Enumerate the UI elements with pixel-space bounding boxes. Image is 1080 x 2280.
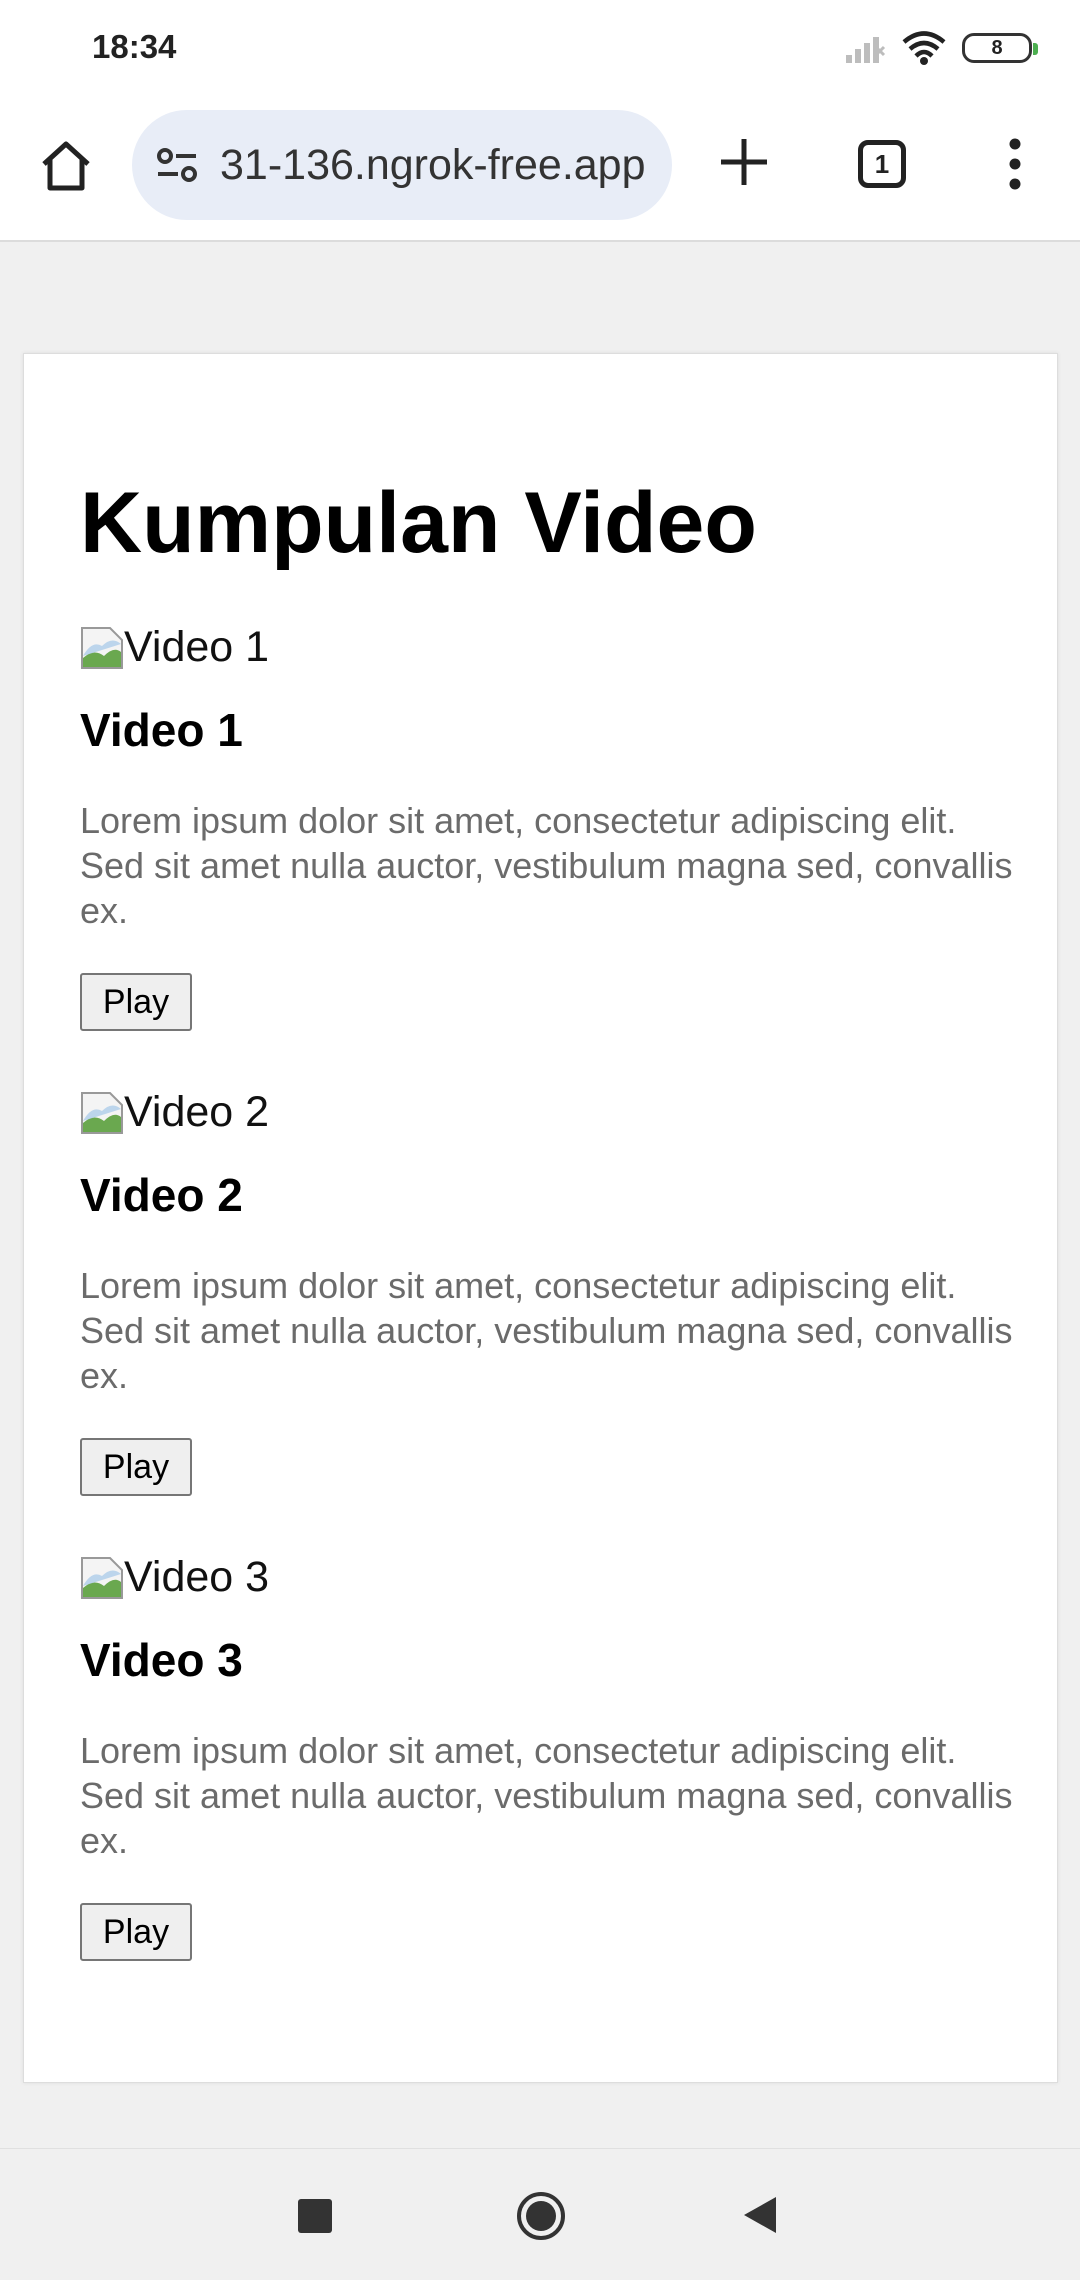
- url-text[interactable]: 31-136.ngrok-free.app: [220, 141, 672, 190]
- status-icons: 8: [844, 28, 1038, 68]
- status-bar: 18:34 8: [0, 0, 1080, 96]
- thumbnail-alt-text: Video 3: [124, 1553, 270, 1601]
- battery-level: 8: [991, 36, 1003, 59]
- home-circle-icon[interactable]: [516, 2191, 566, 2241]
- site-info-icon[interactable]: [152, 140, 202, 190]
- video-item: Video 1 Video 1 Lorem ipsum dolor sit am…: [80, 624, 1020, 1031]
- wifi-icon: [902, 31, 946, 65]
- system-nav-bar: [0, 2148, 1080, 2280]
- broken-image-icon: [81, 627, 123, 669]
- browser-toolbar: 31-136.ngrok-free.app 1: [0, 96, 1080, 242]
- plus-icon[interactable]: [716, 134, 772, 190]
- more-vert-icon[interactable]: [1000, 134, 1030, 194]
- page-title: Kumpulan Video: [80, 475, 757, 571]
- tab-switcher-icon[interactable]: 1: [858, 140, 906, 188]
- home-icon[interactable]: [36, 136, 96, 196]
- play-button[interactable]: Play: [80, 1903, 192, 1961]
- thumbnail-alt-text: Video 1: [124, 623, 270, 671]
- video-description: Lorem ipsum dolor sit amet, consectetur …: [80, 1730, 1013, 1861]
- recents-icon[interactable]: [298, 2199, 332, 2233]
- broken-image-icon: [81, 1092, 123, 1134]
- video-item: Video 2 Video 2 Lorem ipsum dolor sit am…: [80, 1089, 1020, 1496]
- video-description: Lorem ipsum dolor sit amet, consectetur …: [80, 1265, 1013, 1396]
- tab-count: 1: [874, 148, 890, 179]
- signal-icon: [844, 33, 886, 63]
- page-area: Kumpulan Video Video 1 Video 1 Lorem ips…: [0, 244, 1080, 2148]
- broken-image-icon: [81, 1557, 123, 1599]
- status-time: 18:34: [92, 28, 177, 65]
- video-thumbnail: Video 1: [80, 624, 1020, 670]
- video-title: Video 1: [80, 704, 243, 756]
- video-description: Lorem ipsum dolor sit amet, consectetur …: [80, 800, 1013, 931]
- video-item: Video 3 Video 3 Lorem ipsum dolor sit am…: [80, 1554, 1020, 1961]
- play-button[interactable]: Play: [80, 973, 192, 1031]
- video-thumbnail: Video 3: [80, 1554, 1020, 1600]
- battery-icon: 8: [962, 33, 1038, 63]
- video-thumbnail: Video 2: [80, 1089, 1020, 1135]
- content-card: Kumpulan Video Video 1 Video 1 Lorem ips…: [23, 353, 1058, 2083]
- back-icon[interactable]: [742, 2195, 778, 2235]
- url-bar[interactable]: 31-136.ngrok-free.app: [132, 110, 672, 220]
- video-title: Video 2: [80, 1169, 243, 1221]
- thumbnail-alt-text: Video 2: [124, 1088, 270, 1136]
- video-title: Video 3: [80, 1634, 243, 1686]
- play-button[interactable]: Play: [80, 1438, 192, 1496]
